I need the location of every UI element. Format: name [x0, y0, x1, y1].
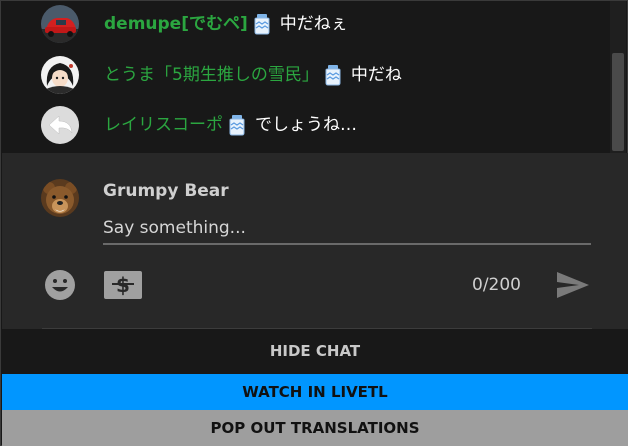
avatar[interactable]: [41, 5, 79, 43]
emoji-button[interactable]: [44, 269, 76, 301]
chat-message: レイリスコーポ でしょうね…: [2, 104, 602, 144]
avatar[interactable]: [41, 179, 79, 217]
bear-avatar-icon: [41, 179, 79, 217]
chat-message: とうま「5期生推しの雪民」 中だね: [2, 54, 602, 94]
back-arrow-avatar-icon: [41, 106, 79, 144]
hide-chat-button[interactable]: HIDE CHAT: [2, 329, 628, 374]
chat-composer: Grumpy Bear $ 0/200: [2, 153, 628, 330]
send-arrow-icon: [557, 272, 589, 298]
message-author[interactable]: とうま「5期生推しの雪民」: [104, 63, 319, 87]
watch-in-livetl-button[interactable]: WATCH IN LIVETL: [2, 374, 628, 410]
message-text: 中だねぇ: [279, 14, 348, 34]
jar-emoji-icon: [254, 14, 270, 35]
pop-out-translations-button[interactable]: POP OUT TRANSLATIONS: [2, 410, 628, 446]
message-author[interactable]: レイリスコーポ: [104, 113, 223, 137]
chat-frame: demupe[でむペ] 中だねぇ とうま「5期生推しの雪民」 中だね レイリスコ…: [0, 0, 628, 446]
jar-emoji-icon: [325, 65, 341, 86]
red-car-avatar-icon: [41, 5, 79, 43]
character-count: 0/200: [472, 275, 521, 295]
dollar-bill-icon: $: [104, 271, 142, 299]
message-author[interactable]: demupe[でむペ]: [104, 12, 248, 36]
jar-emoji-icon: [229, 115, 245, 136]
chat-message-input[interactable]: [103, 213, 591, 245]
anime-girl-avatar-icon: [41, 56, 79, 94]
superchat-button[interactable]: $: [103, 270, 143, 300]
avatar[interactable]: [41, 56, 79, 94]
send-button[interactable]: [555, 270, 591, 300]
chat-message-list[interactable]: demupe[でむペ] 中だねぇ とうま「5期生推しの雪民」 中だね レイリスコ…: [2, 1, 612, 153]
chat-message: demupe[でむペ] 中だねぇ: [2, 3, 602, 43]
avatar[interactable]: [41, 106, 79, 144]
scrollbar-thumb[interactable]: [612, 53, 624, 151]
composer-user-name: Grumpy Bear: [103, 181, 229, 201]
message-text: でしょうね…: [255, 115, 357, 135]
smiley-face-icon: [45, 270, 75, 300]
message-text: 中だね: [350, 65, 402, 85]
